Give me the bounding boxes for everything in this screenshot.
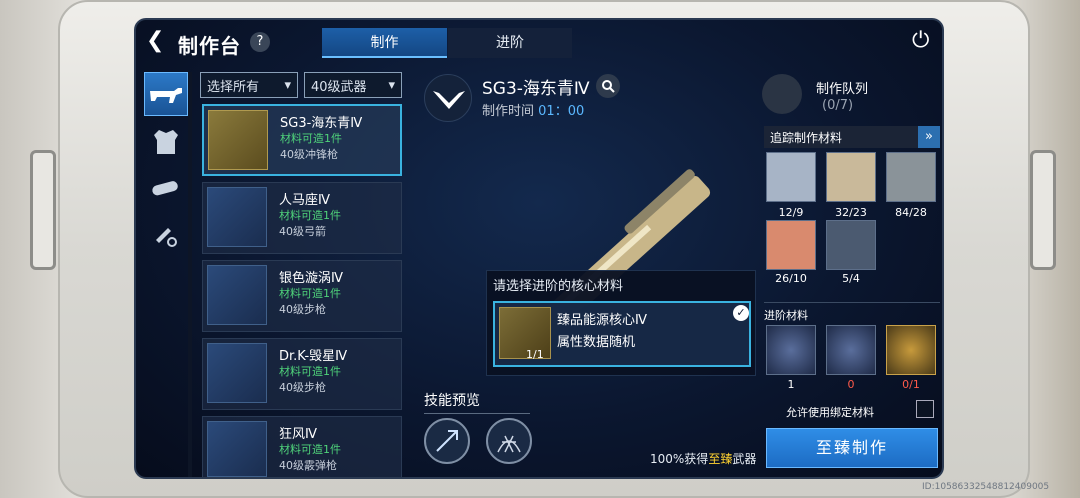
craft-time-label: 制作时间 <box>482 104 535 119</box>
tab-craft[interactable]: 制作 <box>322 28 447 58</box>
filter-all-label: 选择所有 <box>207 79 260 95</box>
weapon-detail-name: SG3-海东青Ⅳ <box>482 79 590 99</box>
advanced-materials-title: 进阶材料 <box>764 309 808 322</box>
weapon-name: 狂风Ⅳ <box>279 427 317 442</box>
arrow-left-icon[interactable]: ❮ <box>146 28 164 53</box>
track-materials-title: 追踪制作材料 <box>770 131 843 145</box>
skill-preview-title: 技能预览 <box>424 390 530 414</box>
category-tools[interactable] <box>144 212 188 256</box>
material-slot[interactable] <box>826 152 876 202</box>
tab-advance[interactable]: 进阶 <box>448 28 572 58</box>
pipe-icon <box>152 181 178 196</box>
weapon-status: 材料可造1件 <box>280 132 342 145</box>
top-bar: ❮ 制作台 ? 制作 进阶 ⏻ <box>136 20 942 62</box>
weapon-name: Dr.K-毁星Ⅳ <box>279 349 348 364</box>
category-pipe[interactable] <box>144 166 188 210</box>
page-title: 制作台 <box>178 34 241 58</box>
weapon-item-gale[interactable]: 狂风Ⅳ 材料可造1件 40级霰弹枪 <box>202 416 402 477</box>
weapon-status: 材料可造1件 <box>279 209 341 222</box>
craft-queue-title: 制作队列 <box>816 82 869 97</box>
core-material-name: 臻品能源核心Ⅳ <box>557 313 647 328</box>
guarantee-prefix: 100%获得 <box>650 452 709 466</box>
advanced-material-count: 0 <box>847 378 855 391</box>
core-material-count: 1/1 <box>526 348 544 361</box>
material-count: 32/23 <box>835 206 867 219</box>
game-screen: ❮ 制作台 ? 制作 进阶 ⏻ 选择所有 ▾ 40级武器 ▾ SG3-海东青Ⅳ 材料… <box>134 18 944 479</box>
craft-time: 制作时间 01：00 <box>482 100 584 119</box>
core-material-popup: 请选择进阶的核心材料 1/1 臻品能源核心Ⅳ 属性数据随机 ✓ <box>486 270 756 376</box>
filter-all-dropdown[interactable]: 选择所有 ▾ <box>200 72 298 98</box>
category-armor[interactable] <box>144 120 188 164</box>
weapon-thumb <box>207 343 267 403</box>
guarantee-text: 100%获得至臻武器 <box>650 450 756 467</box>
help-button[interactable]: ? <box>250 32 270 52</box>
frame-bracket-left <box>30 150 56 270</box>
track-materials-header: 追踪制作材料 <box>764 126 940 148</box>
check-icon: ✓ <box>733 305 749 321</box>
tools-icon <box>156 228 177 247</box>
armor-icon <box>154 130 178 154</box>
weapon-thumb <box>208 110 268 170</box>
weapon-name: 银色漩涡Ⅳ <box>279 271 343 286</box>
skill-net-icon[interactable] <box>486 418 532 464</box>
guarantee-suffix: 武器 <box>732 452 757 466</box>
chevron-down-icon: ▾ <box>388 77 395 93</box>
weapon-thumb <box>207 265 267 325</box>
weapon-type: 40级步枪 <box>279 303 326 316</box>
filter-level-label: 40级武器 <box>311 79 367 95</box>
core-material-thumb: 1/1 <box>499 307 551 361</box>
weapon-thumb <box>207 187 267 247</box>
material-count: 26/10 <box>775 272 807 285</box>
weapon-name: SG3-海东青Ⅳ <box>280 116 363 131</box>
weapon-status: 材料可造1件 <box>279 365 341 378</box>
id-text: ID:10586332548812409005 <box>922 482 1050 492</box>
craft-button[interactable]: 至臻制作 <box>766 428 938 468</box>
weapon-type: 40级霰弹枪 <box>279 459 337 472</box>
material-slot[interactable] <box>766 152 816 202</box>
chevron-down-icon: ▾ <box>284 77 291 93</box>
weapon-status: 材料可造1件 <box>279 443 341 456</box>
allow-bound-checkbox[interactable] <box>916 400 934 418</box>
weapon-name: 人马座Ⅳ <box>279 193 330 208</box>
advanced-material-count: 1 <box>787 378 795 391</box>
category-rifle[interactable] <box>144 72 188 116</box>
sidebar-divider <box>188 72 192 477</box>
weapon-type: 40级冲锋枪 <box>280 148 338 161</box>
track-expand-button[interactable]: » <box>918 126 940 148</box>
material-count: 84/28 <box>895 206 927 219</box>
filter-level-dropdown[interactable]: 40级武器 ▾ <box>304 72 402 98</box>
rifle-icon <box>150 88 182 103</box>
material-slot[interactable] <box>886 152 936 202</box>
power-icon[interactable]: ⏻ <box>912 28 929 53</box>
section-divider <box>764 302 940 303</box>
skill-spear-icon[interactable] <box>424 418 470 464</box>
weapon-class-emblem-icon <box>424 74 472 122</box>
advanced-material-count: 0/1 <box>902 378 920 391</box>
craft-queue-button[interactable] <box>762 74 802 114</box>
weapon-type: 40级步枪 <box>279 381 326 394</box>
craft-time-value: 01：00 <box>538 104 585 119</box>
search-icon[interactable] <box>596 74 620 98</box>
weapon-item-centaur[interactable]: 人马座Ⅳ 材料可造1件 40级弓箭 <box>202 182 402 254</box>
weapon-item-drk[interactable]: Dr.K-毁星Ⅳ 材料可造1件 40级步枪 <box>202 338 402 410</box>
weapon-item-sg3[interactable]: SG3-海东青Ⅳ 材料可造1件 40级冲锋枪 <box>202 104 402 176</box>
advanced-material-slot[interactable] <box>766 325 816 375</box>
frame-bracket-right <box>1030 150 1056 270</box>
core-material-card[interactable]: 1/1 臻品能源核心Ⅳ 属性数据随机 ✓ <box>493 301 751 367</box>
advanced-material-slot[interactable] <box>886 325 936 375</box>
guarantee-highlight: 至臻 <box>708 452 733 466</box>
allow-bound-label: 允许使用绑定材料 <box>786 406 874 419</box>
material-count: 5/4 <box>842 272 860 285</box>
material-count: 12/9 <box>778 206 804 219</box>
core-material-desc: 属性数据随机 <box>557 335 636 350</box>
advanced-material-slot[interactable] <box>826 325 876 375</box>
weapon-status: 材料可造1件 <box>279 287 341 300</box>
craft-queue-count: (0/7) <box>822 98 854 113</box>
material-slot[interactable] <box>826 220 876 270</box>
weapon-item-silver-vortex[interactable]: 银色漩涡Ⅳ 材料可造1件 40级步枪 <box>202 260 402 332</box>
material-slot[interactable] <box>766 220 816 270</box>
weapon-type: 40级弓箭 <box>279 225 326 238</box>
weapon-thumb <box>207 421 267 477</box>
popup-title: 请选择进阶的核心材料 <box>493 279 624 294</box>
